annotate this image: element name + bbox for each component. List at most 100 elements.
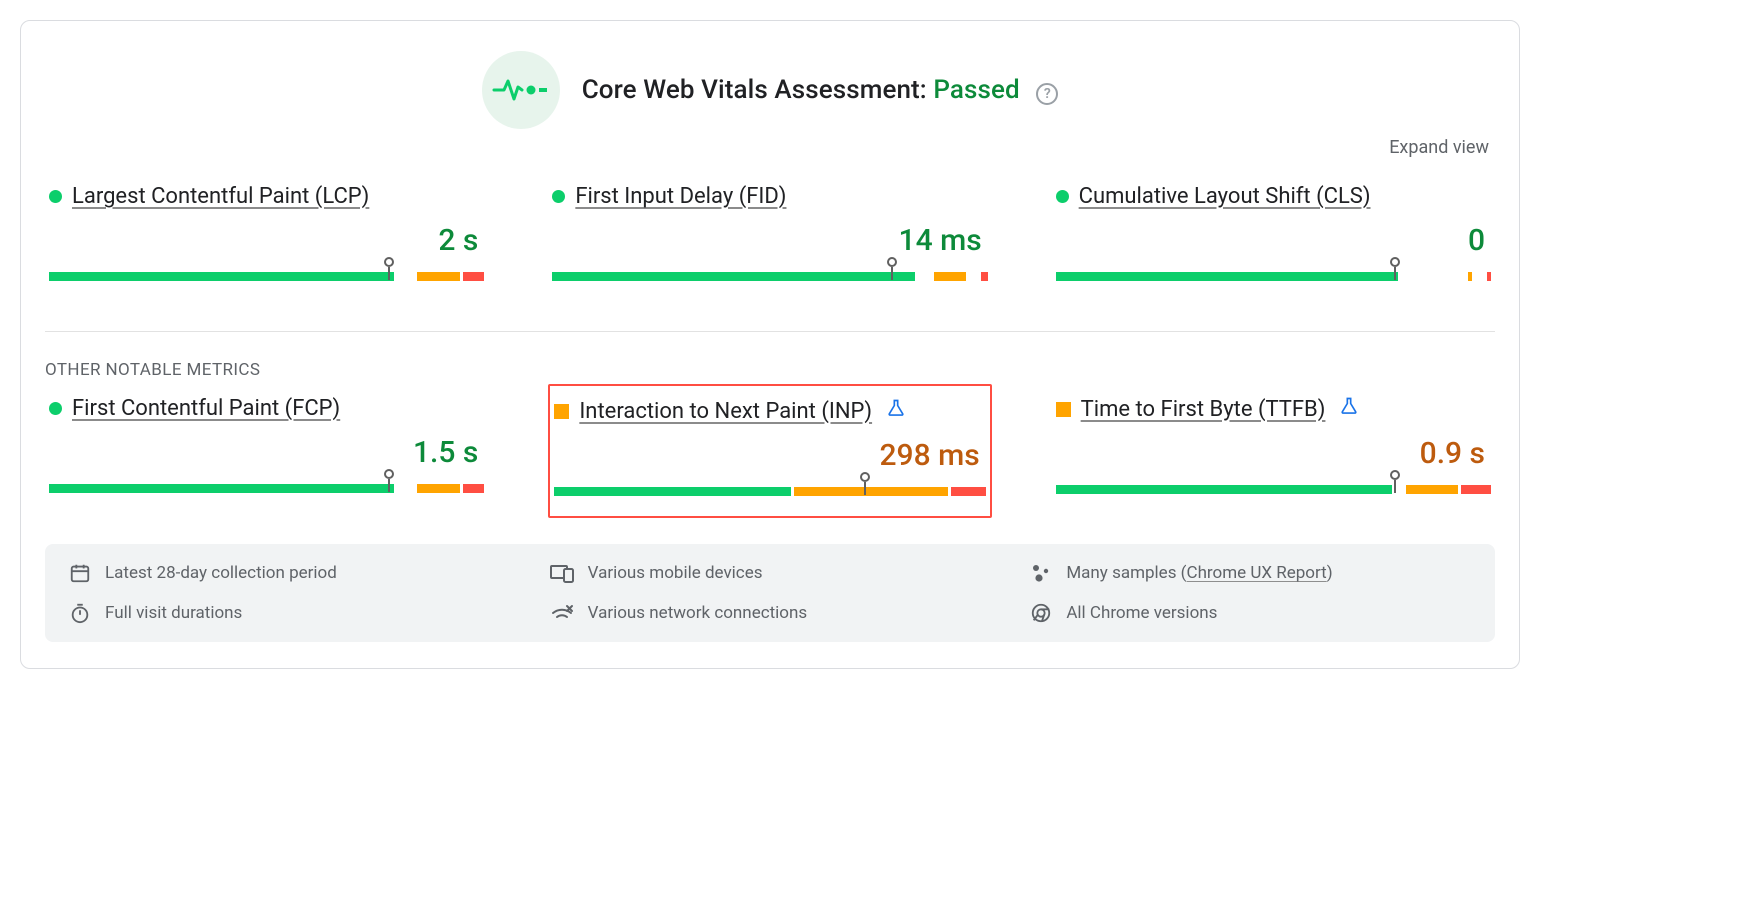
metric-title-row: Largest Contentful Paint (LCP) [49, 184, 484, 209]
metric-name[interactable]: Largest Contentful Paint (LCP) [72, 184, 369, 209]
core-metrics-row: Largest Contentful Paint (LCP) 2 s First… [45, 172, 1495, 301]
percentile-marker [384, 257, 394, 280]
metric-name[interactable]: First Contentful Paint (FCP) [72, 396, 340, 421]
footer-versions: All Chrome versions [1030, 602, 1471, 624]
footer-devices: Various mobile devices [550, 562, 991, 584]
dist-segment [397, 272, 414, 281]
other-metrics-label: OTHER NOTABLE METRICS [45, 360, 1495, 380]
footer-networks-text: Various network connections [588, 603, 808, 623]
dist-segment [1468, 272, 1472, 281]
devices-icon [550, 563, 574, 583]
metric-first-contentful-paint-fcp-[interactable]: First Contentful Paint (FCP) 1.5 s [45, 384, 488, 518]
percentile-marker [1390, 470, 1400, 493]
metric-interaction-to-next-paint-inp-[interactable]: Interaction to Next Paint (INP) 298 ms [548, 384, 991, 518]
metric-cumulative-layout-shift-cls-[interactable]: Cumulative Layout Shift (CLS) 0 [1052, 172, 1495, 301]
metric-value: 0.9 s [1056, 436, 1485, 471]
dist-segment [1475, 272, 1484, 281]
footer-versions-text: All Chrome versions [1066, 603, 1217, 623]
footer-samples-suffix: ) [1327, 563, 1333, 583]
assessment-title-prefix: Core Web Vitals Assessment: [582, 75, 927, 105]
distribution-bar [1056, 260, 1491, 281]
footer-info: Latest 28-day collection period Various … [45, 544, 1495, 642]
status-good-icon [49, 190, 62, 203]
percentile-marker [860, 472, 870, 495]
dist-segment [1056, 272, 1398, 281]
footer-durations-text: Full visit durations [105, 603, 242, 623]
footer-collection-period-text: Latest 28-day collection period [105, 563, 337, 583]
chrome-icon [1030, 602, 1052, 624]
dist-segment [463, 484, 485, 493]
percentile-marker [1390, 257, 1400, 280]
dist-segment [1461, 485, 1491, 494]
dist-segment [1487, 272, 1491, 281]
dist-segment [552, 272, 914, 281]
footer-networks: Various network connections [550, 602, 991, 624]
status-good-icon [49, 402, 62, 415]
dist-segment [951, 487, 985, 496]
assessment-title: Core Web Vitals Assessment: Passed ? [582, 75, 1059, 105]
calendar-icon [69, 562, 91, 584]
metric-value: 14 ms [552, 223, 981, 258]
metric-name[interactable]: Cumulative Layout Shift (CLS) [1079, 184, 1371, 209]
distribution-bar [49, 260, 484, 281]
status-good-icon [552, 190, 565, 203]
dist-segment [969, 272, 978, 281]
metric-title-row: Time to First Byte (TTFB) [1056, 396, 1491, 422]
dist-segment [981, 272, 988, 281]
dist-segment [918, 272, 932, 281]
metric-largest-contentful-paint-lcp-[interactable]: Largest Contentful Paint (LCP) 2 s [45, 172, 488, 301]
scatter-icon [1030, 562, 1052, 584]
percentile-marker [887, 257, 897, 280]
footer-durations: Full visit durations [69, 602, 510, 624]
metric-name[interactable]: Interaction to Next Paint (INP) [579, 399, 872, 424]
dist-segment [1406, 485, 1458, 494]
dist-segment [397, 484, 414, 493]
dist-segment [49, 272, 394, 281]
distribution-bar [1056, 473, 1491, 494]
dist-segment [417, 484, 460, 493]
metric-value: 298 ms [554, 438, 979, 473]
divider [45, 331, 1495, 332]
status-warn-icon [1056, 402, 1071, 417]
metric-time-to-first-byte-ttfb-[interactable]: Time to First Byte (TTFB) 0.9 s [1052, 384, 1495, 518]
other-metrics-row: First Contentful Paint (FCP) 1.5 s Inter… [45, 384, 1495, 518]
expand-view-button[interactable]: Expand view [45, 137, 1489, 158]
stopwatch-icon [69, 602, 91, 624]
footer-devices-text: Various mobile devices [588, 563, 763, 583]
metric-value: 0 [1056, 223, 1485, 258]
vitals-pulse-icon [482, 51, 560, 129]
metric-title-row: First Input Delay (FID) [552, 184, 987, 209]
metric-first-input-delay-fid-[interactable]: First Input Delay (FID) 14 ms [548, 172, 991, 301]
help-icon[interactable]: ? [1036, 83, 1058, 105]
distribution-bar [554, 475, 985, 496]
metric-name[interactable]: First Input Delay (FID) [575, 184, 786, 209]
metric-name[interactable]: Time to First Byte (TTFB) [1081, 397, 1326, 422]
dist-segment [794, 487, 949, 496]
dist-segment [1056, 485, 1392, 494]
assessment-status: Passed [933, 75, 1019, 105]
header: Core Web Vitals Assessment: Passed ? [45, 51, 1495, 129]
metric-value: 1.5 s [49, 435, 478, 470]
distribution-bar [49, 472, 484, 493]
footer-samples: Many samples (Chrome UX Report) [1030, 562, 1471, 584]
flask-icon [1339, 396, 1359, 422]
footer-collection-period: Latest 28-day collection period [69, 562, 510, 584]
core-web-vitals-card: Core Web Vitals Assessment: Passed ? Exp… [20, 20, 1520, 669]
dist-segment [554, 487, 790, 496]
network-icon [550, 603, 574, 623]
dist-segment [417, 272, 460, 281]
metric-title-row: Interaction to Next Paint (INP) [554, 398, 985, 424]
dist-segment [49, 484, 394, 493]
metric-value: 2 s [49, 223, 478, 258]
dist-segment [1401, 272, 1465, 281]
percentile-marker [384, 469, 394, 492]
metric-title-row: First Contentful Paint (FCP) [49, 396, 484, 421]
footer-samples-prefix: Many samples ( [1066, 563, 1186, 583]
flask-icon [886, 398, 906, 424]
dist-segment [463, 272, 485, 281]
status-warn-icon [554, 404, 569, 419]
distribution-bar [552, 260, 987, 281]
dist-segment [934, 272, 966, 281]
metric-title-row: Cumulative Layout Shift (CLS) [1056, 184, 1491, 209]
crux-report-link[interactable]: Chrome UX Report [1187, 563, 1327, 583]
